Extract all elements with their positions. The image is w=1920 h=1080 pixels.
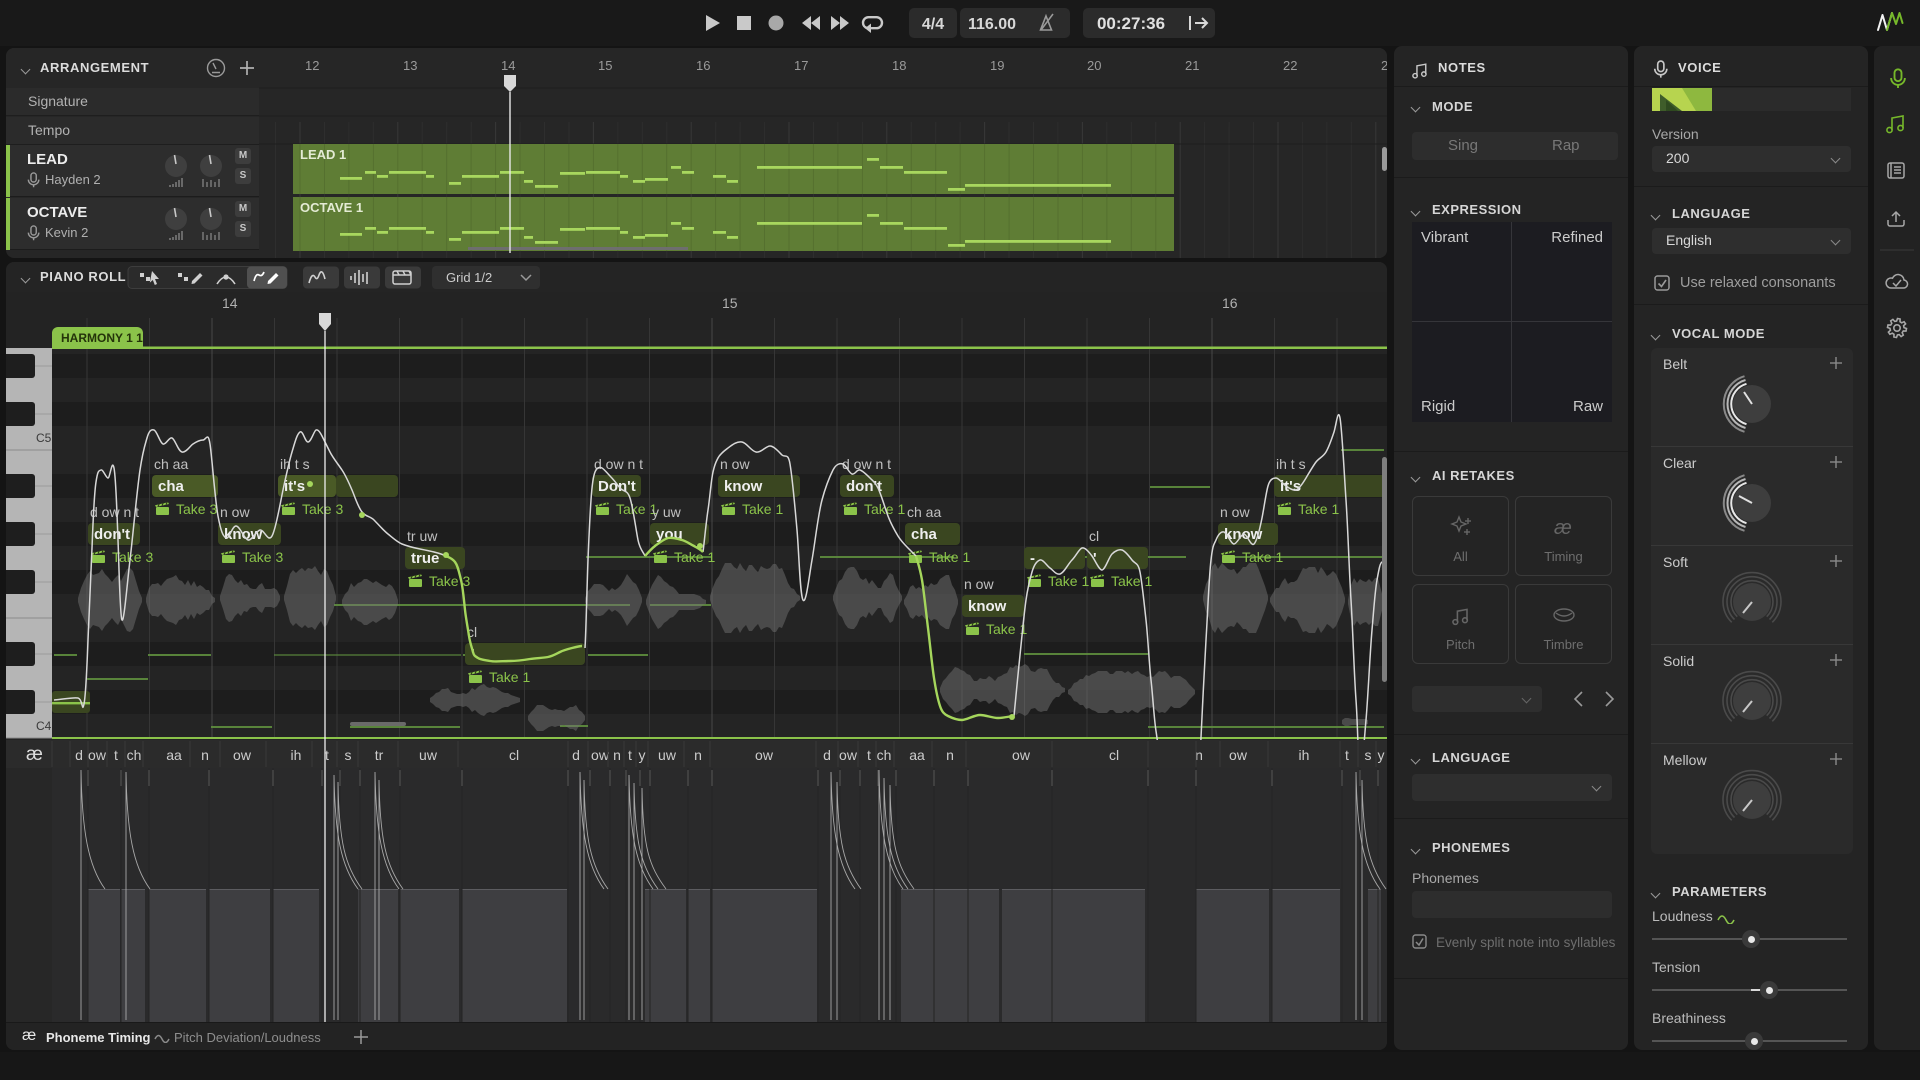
- svg-text:18: 18: [892, 58, 906, 73]
- svg-text:cha: cha: [158, 478, 185, 495]
- svg-text:cl: cl: [1109, 747, 1119, 763]
- svg-text:n ow: n ow: [220, 504, 250, 520]
- svg-text:Take 1: Take 1: [742, 501, 783, 517]
- svg-text:d: d: [75, 747, 83, 763]
- svg-text:ow: ow: [591, 747, 610, 763]
- svg-text:ow: ow: [755, 747, 774, 763]
- svg-text:ow: ow: [839, 747, 858, 763]
- svg-text:HARMONY 1 1: HARMONY 1 1: [61, 331, 143, 345]
- svg-text:20: 20: [1087, 58, 1101, 73]
- svg-text:d ow n t: d ow n t: [594, 456, 643, 472]
- svg-text:ch aa: ch aa: [907, 504, 941, 520]
- svg-text:17: 17: [794, 58, 808, 73]
- svg-text:16: 16: [1222, 295, 1238, 311]
- svg-text:cha: cha: [911, 526, 938, 543]
- svg-text:æ: æ: [26, 744, 43, 765]
- svg-text:Take 3: Take 3: [242, 549, 283, 565]
- svg-text:cl: cl: [509, 747, 519, 763]
- svg-text:ih: ih: [291, 747, 302, 763]
- svg-text:Take 3: Take 3: [302, 501, 343, 517]
- svg-text:OCTAVE 1: OCTAVE 1: [300, 200, 363, 215]
- svg-text:ow: ow: [233, 747, 252, 763]
- svg-text:Grid 1/2: Grid 1/2: [446, 270, 492, 285]
- svg-text:Take 1: Take 1: [1111, 573, 1152, 589]
- svg-text:16: 16: [696, 58, 710, 73]
- svg-text:Take 1: Take 1: [864, 501, 905, 517]
- svg-text:n: n: [946, 747, 954, 763]
- svg-text:Take 1: Take 1: [986, 621, 1027, 637]
- svg-text:ow: ow: [1229, 747, 1248, 763]
- svg-text:13: 13: [403, 58, 417, 73]
- svg-text:116.00: 116.00: [968, 16, 1016, 33]
- svg-text:d ow n t: d ow n t: [90, 504, 139, 520]
- svg-text:d: d: [823, 747, 831, 763]
- svg-text:Take 1: Take 1: [674, 549, 715, 565]
- svg-text:C5: C5: [36, 431, 52, 445]
- svg-text:22: 22: [1283, 58, 1297, 73]
- svg-text:know: know: [724, 478, 763, 495]
- svg-text:s: s: [1365, 747, 1372, 763]
- svg-text:14: 14: [222, 295, 238, 311]
- svg-text:ow: ow: [1012, 747, 1031, 763]
- svg-text:14: 14: [501, 58, 515, 73]
- svg-text:15: 15: [722, 295, 738, 311]
- svg-text:ow: ow: [88, 747, 107, 763]
- svg-text:LEAD 1: LEAD 1: [300, 147, 346, 162]
- svg-text:tr: tr: [375, 747, 384, 763]
- svg-text:ih: ih: [1299, 747, 1310, 763]
- svg-text:d: d: [572, 747, 580, 763]
- svg-text:uw: uw: [658, 747, 677, 763]
- svg-text:n: n: [694, 747, 702, 763]
- svg-text:12: 12: [305, 58, 319, 73]
- svg-text:you: you: [656, 526, 683, 543]
- svg-text:t: t: [628, 747, 632, 763]
- svg-text:it's: it's: [1280, 478, 1301, 495]
- svg-text:uw: uw: [419, 747, 438, 763]
- svg-text:15: 15: [598, 58, 612, 73]
- svg-text:23: 23: [1381, 58, 1387, 73]
- svg-text:aa: aa: [909, 747, 925, 763]
- svg-text:ch: ch: [877, 747, 892, 763]
- svg-text:it's: it's: [284, 478, 305, 495]
- svg-text:d ow n t: d ow n t: [842, 456, 891, 472]
- svg-text:n: n: [201, 747, 209, 763]
- svg-text:n: n: [613, 747, 621, 763]
- svg-text:y uw: y uw: [652, 504, 682, 520]
- svg-text:Take 1: Take 1: [1242, 549, 1283, 565]
- svg-text:tr uw: tr uw: [407, 528, 438, 544]
- svg-text:ih t s: ih t s: [280, 456, 310, 472]
- svg-text:21: 21: [1185, 58, 1199, 73]
- svg-text:ch aa: ch aa: [154, 456, 188, 472]
- svg-text:ih t s: ih t s: [1276, 456, 1306, 472]
- svg-text:t: t: [1345, 747, 1349, 763]
- svg-text:4/4: 4/4: [922, 16, 944, 33]
- svg-text:00:27:36: 00:27:36: [1097, 14, 1165, 33]
- svg-text:t: t: [114, 747, 118, 763]
- svg-text:n ow: n ow: [720, 456, 750, 472]
- svg-text:Take 1: Take 1: [929, 549, 970, 565]
- svg-text:Take 1: Take 1: [489, 669, 530, 685]
- svg-text:Take 1: Take 1: [1048, 573, 1089, 589]
- svg-text:t: t: [325, 747, 329, 763]
- svg-text:ch: ch: [127, 747, 142, 763]
- svg-text:cl: cl: [1089, 528, 1099, 544]
- svg-text:y: y: [639, 747, 646, 763]
- svg-text:don't: don't: [94, 526, 130, 543]
- svg-text:C4: C4: [36, 719, 52, 733]
- svg-text:Take 3: Take 3: [429, 573, 470, 589]
- svg-text:aa: aa: [166, 747, 182, 763]
- svg-text:19: 19: [990, 58, 1004, 73]
- svg-text:Take 1: Take 1: [1298, 501, 1339, 517]
- svg-text:know: know: [968, 598, 1007, 615]
- svg-text:Take 3: Take 3: [176, 501, 217, 517]
- svg-text:n ow: n ow: [964, 576, 994, 592]
- svg-text:t: t: [867, 747, 871, 763]
- svg-text:s: s: [345, 747, 352, 763]
- svg-text:æ: æ: [1554, 517, 1572, 539]
- svg-text:y: y: [1378, 747, 1385, 763]
- svg-text:n ow: n ow: [1220, 504, 1250, 520]
- svg-text:Don't: Don't: [598, 478, 636, 495]
